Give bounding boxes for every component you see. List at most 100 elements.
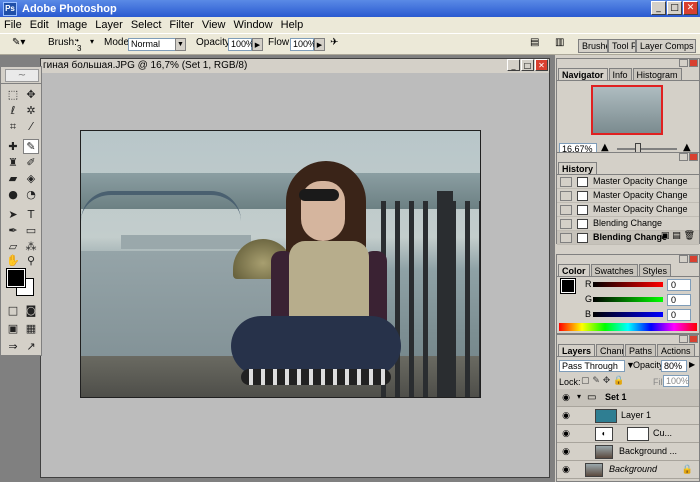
visibility-eye-icon[interactable]: ◉ (559, 464, 573, 476)
file-browser-icon[interactable]: ▤ (530, 37, 539, 48)
history-brush-tool-icon[interactable]: ✐ (23, 155, 39, 170)
rectangle-tool-icon[interactable]: ▭ (23, 223, 39, 238)
menu-help[interactable]: Help (277, 19, 308, 31)
menu-image[interactable]: Image (53, 19, 92, 31)
document-minimize-button[interactable]: _ (507, 59, 520, 71)
brush-tool-icon-selected[interactable]: ✎ (23, 139, 39, 154)
layer-blend-mode-select[interactable]: Pass Through (559, 360, 625, 372)
well-tab-brushes[interactable]: Brushes (578, 39, 608, 53)
quick-mask-mode-icon[interactable]: ◙ (23, 303, 39, 318)
palette-well-icon[interactable]: ▥ (555, 37, 564, 48)
layer-row-curves[interactable]: ◉ ◐ Cu... (557, 425, 699, 443)
tab-channels[interactable]: Channels (596, 344, 625, 356)
color-close-button[interactable] (689, 255, 698, 263)
maximize-button[interactable]: □ (667, 1, 682, 15)
layers-minimize-button[interactable] (679, 335, 688, 343)
visibility-eye-icon[interactable]: ◉ (559, 428, 573, 440)
flow-input[interactable]: 100% (290, 38, 316, 51)
zoom-tool-icon[interactable]: ⚲ (23, 253, 39, 268)
history-panel-header[interactable] (557, 153, 699, 161)
history-item[interactable]: Master Opacity Change (557, 203, 699, 217)
color-foreground-swatch[interactable] (560, 278, 576, 294)
eyedropper-tool-icon[interactable]: ⁂ (23, 239, 39, 254)
clone-stamp-tool-icon[interactable]: ♜ (5, 155, 21, 170)
color-b-slider[interactable] (593, 312, 663, 317)
color-spectrum-bar[interactable] (559, 323, 697, 331)
menu-file[interactable]: File (0, 19, 26, 31)
visibility-eye-icon[interactable]: ◉ (559, 446, 573, 458)
lasso-tool-icon[interactable]: ℓ (5, 103, 21, 118)
hand-tool-icon[interactable]: ✋ (5, 253, 21, 268)
layer-row-set-1[interactable]: ◉ ▾ ▭ Set 1 (557, 389, 699, 407)
marquee-tool-icon[interactable]: ⬚ (5, 87, 21, 102)
color-panel-header[interactable] (557, 255, 699, 263)
tab-styles[interactable]: Styles (638, 264, 672, 276)
screen-mode-icon[interactable]: ▣ (5, 321, 21, 336)
navigator-close-button[interactable] (689, 59, 698, 67)
airbrush-icon[interactable]: ✈ (330, 37, 338, 48)
mode-dropdown-arrow[interactable]: ▼ (175, 38, 186, 51)
layers-close-button[interactable] (689, 335, 698, 343)
history-minimize-button[interactable] (679, 153, 688, 161)
color-g-slider[interactable] (593, 297, 663, 302)
crop-tool-icon[interactable]: ⌗ (5, 119, 21, 134)
full-screen-mode-icon[interactable]: ▦ (23, 321, 39, 336)
navigator-zoom-slider[interactable] (617, 148, 677, 150)
eraser-tool-icon[interactable]: ▰ (5, 171, 21, 186)
flow-slider-button[interactable]: ▶ (314, 38, 325, 51)
opacity-slider-button[interactable]: ▶ (252, 38, 263, 51)
healing-brush-tool-icon[interactable]: ✚ (5, 139, 21, 154)
tab-layers[interactable]: Layers (558, 344, 596, 356)
foreground-color-swatch[interactable] (6, 268, 26, 288)
magic-wand-tool-icon[interactable]: ✲ (23, 103, 39, 118)
slice-tool-icon[interactable]: ⁄ (23, 119, 39, 134)
history-close-button[interactable] (689, 153, 698, 161)
fill-input[interactable]: 100% (663, 375, 689, 387)
color-r-slider[interactable] (593, 282, 663, 287)
tab-color[interactable]: Color (558, 264, 590, 276)
tab-histogram[interactable]: Histogram (632, 68, 682, 80)
color-minimize-button[interactable] (679, 255, 688, 263)
menu-view[interactable]: View (198, 19, 230, 31)
dodge-tool-icon[interactable]: ◔ (23, 187, 39, 202)
tab-paths[interactable]: Paths (625, 344, 657, 356)
navigator-thumbnail[interactable] (591, 85, 663, 135)
chevron-down-icon[interactable]: ▾ (577, 392, 581, 401)
menu-filter[interactable]: Filter (165, 19, 197, 31)
history-footer-icons[interactable]: ▣ ▤ 🗑 (661, 231, 695, 241)
history-item[interactable]: Master Opacity Change (557, 189, 699, 203)
lock-icons[interactable]: ▢ ✎ ✥ 🔒 (581, 376, 624, 386)
navigator-panel-header[interactable] (557, 59, 699, 67)
well-tab-tool-presets[interactable]: Tool Pr (608, 39, 636, 53)
brush-dropdown-arrow[interactable]: ▾ (90, 37, 94, 46)
layer-row-background[interactable]: ◉ Background 🔒 (557, 461, 699, 479)
document-maximize-button[interactable]: □ (521, 59, 534, 71)
notes-tool-icon[interactable]: ▱ (5, 239, 21, 254)
document-close-button[interactable]: ✕ (535, 59, 548, 71)
minimize-button[interactable]: _ (651, 1, 666, 15)
tab-navigator[interactable]: Navigator (558, 68, 608, 80)
menu-layer[interactable]: Layer (91, 19, 127, 31)
color-b-input[interactable]: 0 (667, 309, 691, 321)
layer-opacity-slider-button[interactable]: ▶ (689, 360, 695, 369)
menu-select[interactable]: Select (127, 19, 166, 31)
visibility-eye-icon[interactable]: ◉ (559, 410, 573, 422)
image-canvas[interactable] (80, 130, 481, 398)
layer-opacity-input[interactable]: 80% (661, 360, 687, 372)
tab-swatches[interactable]: Swatches (590, 264, 638, 276)
visibility-eye-icon[interactable]: ◉ (559, 392, 573, 404)
opacity-input[interactable]: 100% (228, 38, 254, 51)
move-tool-icon[interactable]: ✥ (23, 87, 39, 102)
document-title-bar[interactable]: гиная большая.JPG @ 16,7% (Set 1, RGB/8) (41, 59, 549, 73)
tab-history[interactable]: History (558, 162, 598, 174)
history-item[interactable]: Blending Change (557, 217, 699, 231)
jump-to-imageready-icon[interactable]: ⇒ (5, 339, 21, 354)
tools-panel-header[interactable]: ~ (1, 67, 41, 84)
standard-mode-icon[interactable]: □ (5, 303, 21, 318)
blur-tool-icon[interactable]: ● (5, 187, 21, 202)
pen-tool-icon[interactable]: ✒ (5, 223, 21, 238)
mode-select[interactable]: Normal (128, 38, 176, 51)
navigator-minimize-button[interactable] (679, 59, 688, 67)
color-g-input[interactable]: 0 (667, 294, 691, 306)
layers-panel-header[interactable] (557, 335, 699, 343)
